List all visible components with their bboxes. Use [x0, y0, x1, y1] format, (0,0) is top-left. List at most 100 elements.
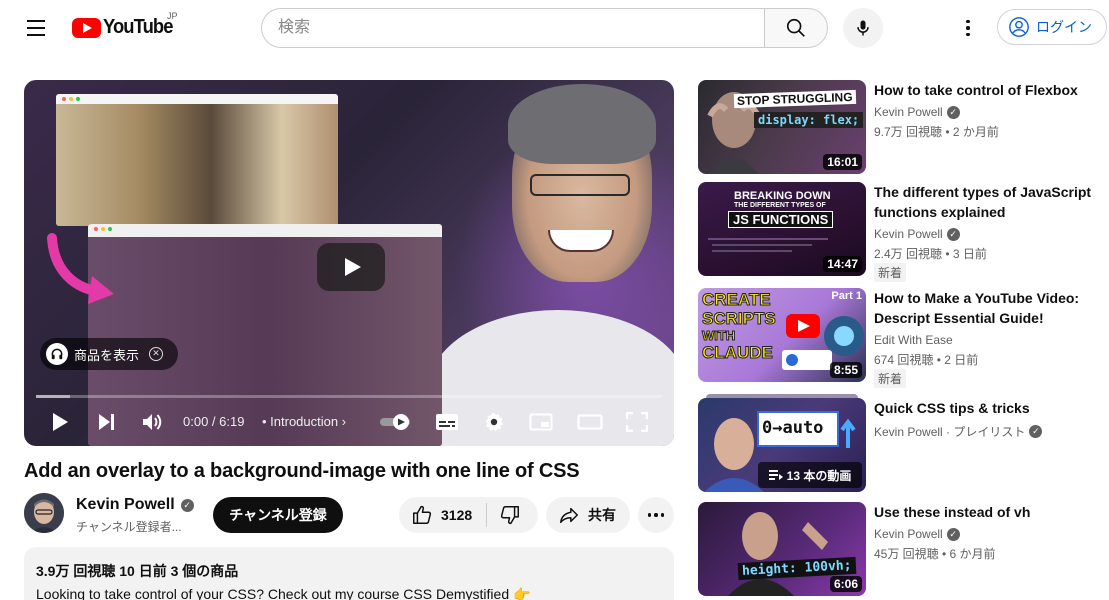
cafe-photo	[56, 104, 338, 226]
description-meta: 3.9万 回視聴 10 日前 3 個の商品	[36, 563, 239, 579]
miniplayer-icon[interactable]	[528, 410, 554, 434]
related-channel[interactable]: Kevin Powell · プレイリスト ✓	[874, 423, 1043, 440]
search-bar	[261, 8, 828, 48]
like-dislike-group: 3128	[399, 497, 538, 533]
login-label: ログイン	[1036, 19, 1092, 35]
share-label: 共有	[588, 507, 616, 523]
related-channel-name: Kevin Powell	[874, 105, 943, 119]
video-duration: 16:01	[823, 154, 862, 170]
subscribe-button[interactable]: チャンネル登録	[213, 497, 343, 533]
related-video-meta: 9.7万 回視聴 • 2 か月前	[874, 125, 999, 139]
settings-more-icon[interactable]	[952, 12, 984, 44]
related-channel-name: Edit With Ease	[874, 333, 953, 347]
next-icon[interactable]	[94, 410, 118, 434]
related-video-title[interactable]: The different types of JavaScript functi…	[874, 182, 1094, 222]
verified-icon: ✓	[946, 105, 960, 119]
thumb-caption-1: 0→auto	[762, 418, 824, 438]
verified-icon: ✓	[180, 498, 194, 512]
share-icon	[560, 507, 578, 524]
related-video-item[interactable]: STOP STRUGGLING display: flex; 16:01 How…	[698, 80, 1098, 174]
region-code: JP	[167, 11, 178, 21]
video-title: Add an overlay to a background-image wit…	[24, 460, 580, 482]
video-duration: 6:06	[829, 576, 862, 592]
video-thumbnail[interactable]: BREAKING DOWN THE DIFFERENT TYPES OF JS …	[698, 182, 866, 276]
progress-bar[interactable]	[36, 395, 662, 398]
share-button[interactable]: 共有	[546, 497, 630, 533]
search-button[interactable]	[764, 8, 828, 48]
playlist-icon	[768, 470, 783, 480]
related-channel-name: Kevin Powell	[874, 527, 943, 541]
like-button[interactable]: 3128	[399, 497, 472, 533]
related-video-title[interactable]: Use these instead of vh	[874, 502, 1094, 522]
fullscreen-icon[interactable]	[625, 410, 649, 434]
related-channel[interactable]: Kevin Powell ✓	[874, 527, 960, 541]
subtitles-icon[interactable]	[434, 410, 460, 434]
related-channel[interactable]: Kevin Powell ✓	[874, 227, 960, 241]
chapter-segment	[36, 395, 70, 398]
video-duration: 14:47	[823, 256, 862, 272]
related-channel-name: Kevin Powell · プレイリスト	[874, 425, 1026, 439]
channel-name[interactable]: Kevin Powell ✓	[76, 496, 194, 514]
close-icon[interactable]: ✕	[149, 347, 164, 361]
new-badge: 新着	[874, 263, 907, 282]
settings-gear-icon[interactable]	[482, 410, 506, 434]
mic-icon	[857, 20, 869, 36]
related-video-meta: 45万 回視聴 • 6 か月前	[874, 547, 996, 561]
more-actions-button[interactable]	[638, 497, 674, 533]
masthead: YouTube JP ログイン	[0, 0, 1109, 56]
player-controls: 0:00 / 6:19 • Introduction ›	[24, 402, 674, 442]
related-video-meta: 674 回視聴 • 2 日前	[874, 353, 979, 367]
video-player[interactable]: 商品を表示 ✕ 0:00 / 6:19 • Introduction ›	[24, 80, 674, 446]
presenter-glasses	[530, 174, 630, 196]
new-badge: 新着	[874, 369, 907, 388]
related-video-item[interactable]: CREATE SCRIPTS WITH CLAUDE Part 1 8:55 H…	[698, 288, 1098, 388]
video-thumbnail[interactable]: CREATE SCRIPTS WITH CLAUDE Part 1 8:55	[698, 288, 866, 382]
time-display: 0:00 / 6:19	[183, 414, 245, 429]
theater-mode-icon[interactable]	[576, 410, 604, 434]
voice-search-button[interactable]	[843, 8, 883, 48]
playlist-count: 13 本の動画	[786, 468, 852, 483]
thumb-caption-2: display: flex;	[754, 112, 864, 128]
thumbs-down-icon	[501, 506, 520, 525]
channel-name-text: Kevin Powell	[76, 496, 175, 513]
related-playlist-title[interactable]: Quick CSS tips & tricks	[874, 398, 1094, 418]
related-video-title[interactable]: How to Make a YouTube Video: Descript Es…	[874, 288, 1094, 328]
youtube-play-icon	[72, 17, 101, 38]
play-icon[interactable]	[48, 410, 72, 434]
description-text: Looking to take control of your CSS? Che…	[36, 586, 531, 600]
view-products-chip[interactable]: 商品を表示 ✕	[40, 338, 178, 370]
description-box[interactable]: 3.9万 回視聴 10 日前 3 個の商品 Looking to take co…	[24, 547, 674, 600]
related-channel[interactable]: Edit With Ease	[874, 333, 953, 347]
related-video-item[interactable]: BREAKING DOWN THE DIFFERENT TYPES OF JS …	[698, 182, 1098, 282]
youtube-logo[interactable]: YouTube	[72, 16, 179, 39]
headphones-icon	[46, 343, 68, 365]
channel-avatar[interactable]	[24, 493, 64, 533]
video-thumbnail[interactable]: STOP STRUGGLING display: flex; 16:01	[698, 80, 866, 174]
search-input[interactable]	[261, 8, 764, 48]
related-video-item[interactable]: height: 100vh; 6:06 Use these instead of…	[698, 502, 1098, 596]
menu-icon[interactable]	[20, 14, 52, 42]
verified-icon: ✓	[946, 527, 960, 541]
playlist-count-overlay: 13 本の動画	[758, 462, 862, 488]
play-button-large[interactable]	[317, 243, 385, 291]
thumbs-up-icon	[413, 505, 432, 524]
related-channel[interactable]: Kevin Powell ✓	[874, 105, 960, 119]
related-channel-name: Kevin Powell	[874, 227, 943, 241]
video-thumbnail[interactable]: height: 100vh; 6:06	[698, 502, 866, 596]
like-count: 3128	[441, 507, 473, 523]
playlist-thumbnail[interactable]: 0→auto 13 本の動画	[698, 398, 866, 492]
login-button[interactable]: ログイン	[997, 9, 1107, 45]
related-video-meta: 2.4万 回視聴 • 3 日前	[874, 247, 987, 261]
related-playlist-item[interactable]: 0→auto 13 本の動画 Quick CSS tips & tricks K…	[698, 394, 1098, 494]
verified-icon: ✓	[1029, 425, 1043, 438]
dislike-button[interactable]	[487, 497, 521, 533]
logo-text: YouTube	[103, 16, 173, 38]
autoplay-toggle[interactable]	[378, 410, 414, 434]
volume-icon[interactable]	[140, 410, 166, 434]
chapter-title[interactable]: • Introduction ›	[262, 414, 346, 429]
subscriber-count: チャンネル登録者...	[76, 520, 182, 534]
search-icon	[786, 18, 805, 37]
curved-arrow-icon	[47, 233, 114, 304]
video-duration: 8:55	[829, 362, 862, 378]
related-video-title[interactable]: How to take control of Flexbox	[874, 80, 1094, 100]
